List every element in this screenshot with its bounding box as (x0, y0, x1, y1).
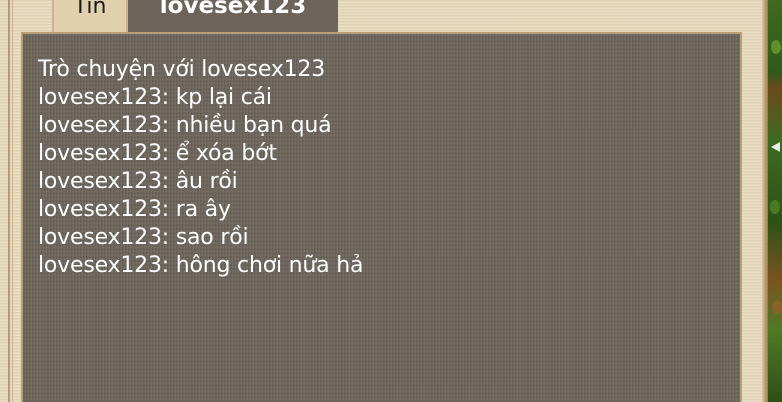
scroll-arrow-icon[interactable] (771, 142, 780, 152)
chat-message: lovesex123: nhiều bạn quá (38, 113, 332, 138)
game-scenery (768, 0, 782, 402)
leaf-decoration (771, 40, 781, 54)
chat-message: lovesex123: sao rồi (38, 225, 249, 250)
tab-news[interactable]: Tin (52, 0, 128, 32)
chat-message: lovesex123: hông chơi nữa hả (38, 253, 364, 278)
panel-border (8, 0, 10, 402)
tab-chat-label: lovesex123 (159, 0, 307, 19)
chat-message: lovesex123: ể xóa bớt (38, 141, 277, 166)
chat-log[interactable]: Trò chuyện với lovesex123 lovesex123: kp… (23, 34, 740, 402)
tab-news-label: Tin (73, 0, 107, 19)
chat-panel: Tin lovesex123 Trò chuyện với lovesex123… (0, 0, 768, 402)
chat-message: lovesex123: âu rồi (38, 169, 238, 194)
tab-chat-lovesex123[interactable]: lovesex123 (128, 0, 338, 32)
leaf-decoration (772, 300, 782, 314)
panel-border-inner (12, 0, 13, 402)
chat-message: lovesex123: kp lại cái (38, 85, 272, 110)
leaf-decoration (770, 200, 780, 214)
chat-frame: Trò chuyện với lovesex123 lovesex123: kp… (21, 32, 742, 402)
chat-header: Trò chuyện với lovesex123 (38, 57, 326, 82)
chat-message: lovesex123: ra ây (38, 197, 231, 222)
